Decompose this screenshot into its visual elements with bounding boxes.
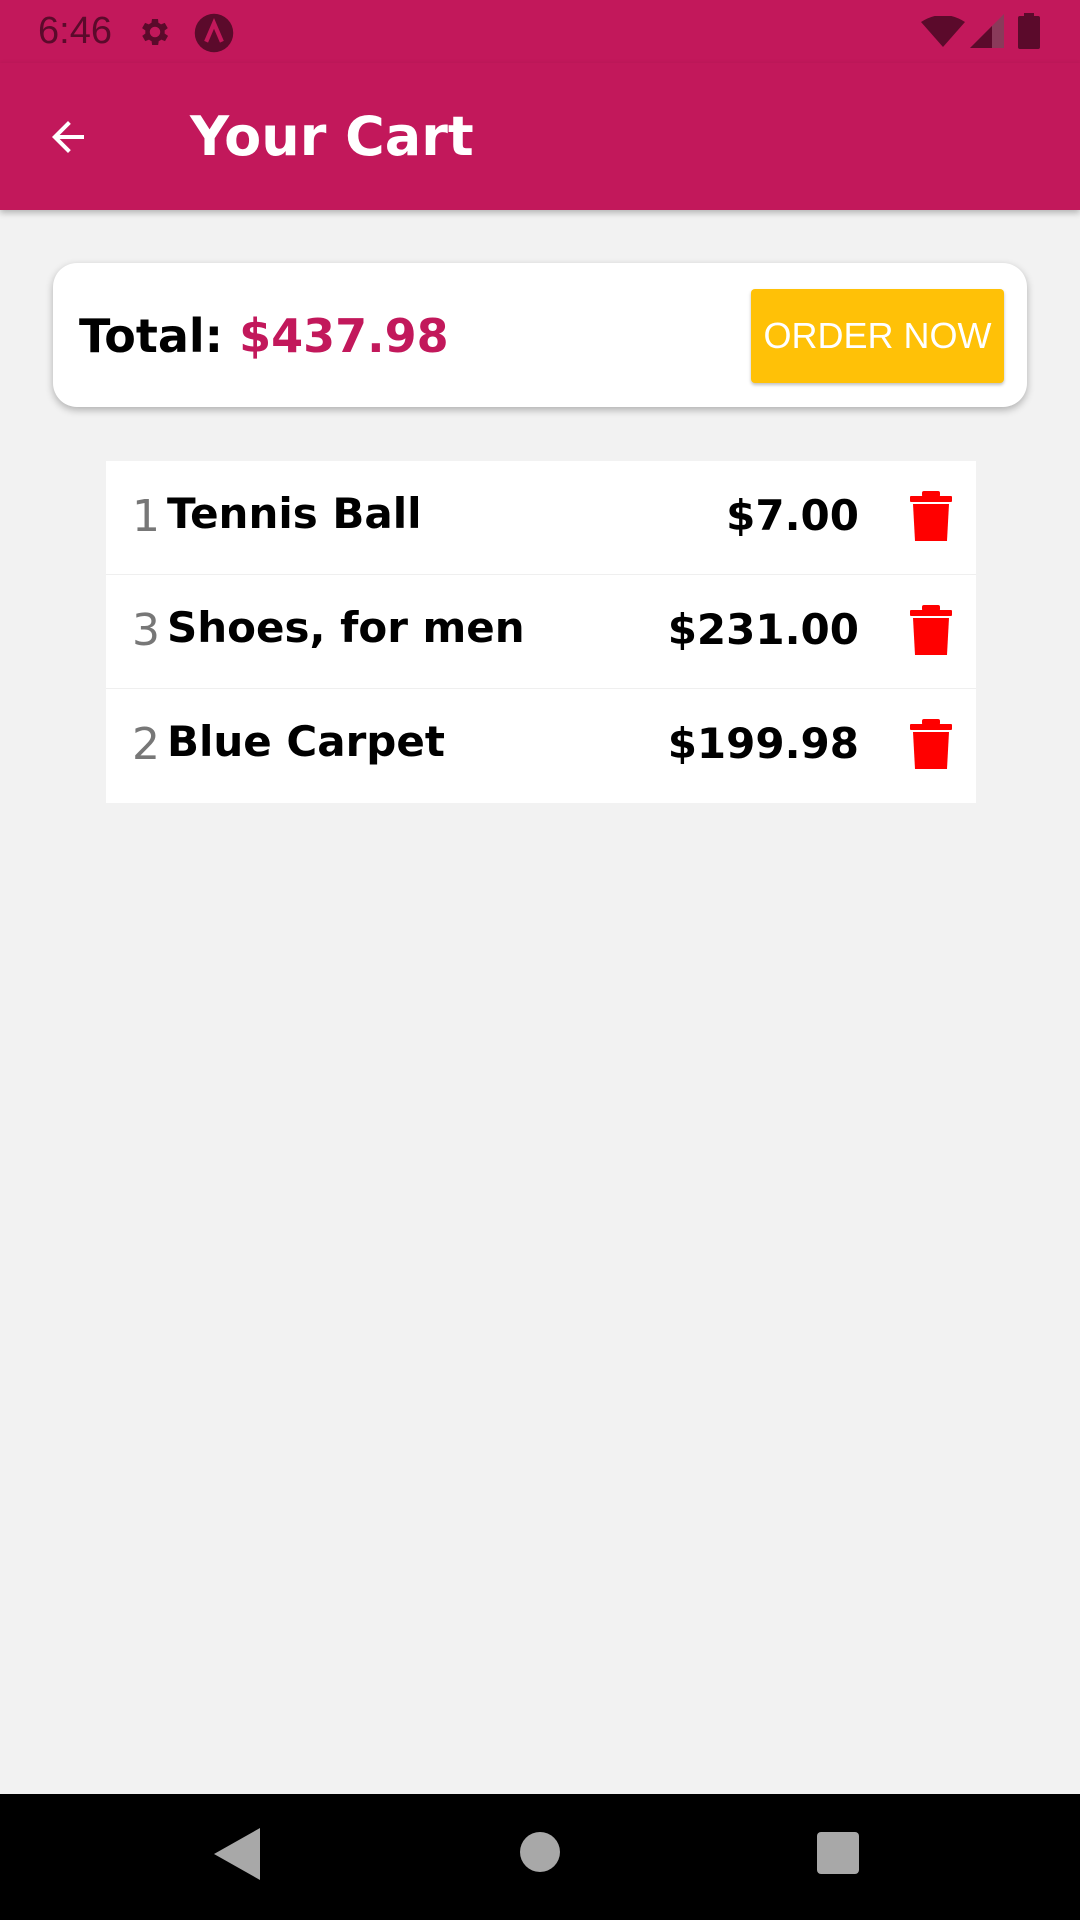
status-bar: 6:46 [0, 0, 1080, 63]
wifi-icon [921, 16, 965, 47]
total-label: Total: [79, 309, 224, 363]
total-amount: $437.98 [239, 309, 449, 363]
item-price: $231.00 [667, 605, 859, 654]
nav-back-icon[interactable] [214, 1828, 260, 1880]
total-row: Total: $437.98 [79, 309, 449, 363]
item-name: Blue Carpet [167, 717, 445, 766]
status-time: 6:46 [38, 10, 112, 52]
item-quantity: 2 [132, 719, 160, 770]
signal-icon [970, 14, 1004, 48]
order-now-button[interactable]: ORDER NOW [751, 289, 1004, 383]
system-nav-bar [0, 1794, 1080, 1920]
item-price: $7.00 [726, 491, 859, 540]
item-price: $199.98 [667, 719, 859, 768]
item-name: Tennis Ball [167, 489, 422, 538]
cart-item: 1 Tennis Ball $7.00 [106, 461, 976, 575]
battery-icon [1018, 13, 1040, 49]
cart-item: 2 Blue Carpet $199.98 [106, 689, 976, 803]
app-bar: Your Cart [0, 63, 1080, 210]
nav-home-icon[interactable] [520, 1832, 560, 1872]
trash-icon[interactable] [910, 491, 952, 541]
arrow-left-icon [52, 121, 84, 153]
nav-recent-icon[interactable] [817, 1832, 859, 1874]
back-button[interactable] [38, 107, 98, 167]
cart-summary-card: Total: $437.98 ORDER NOW [53, 263, 1027, 407]
item-name: Shoes, for men [167, 603, 525, 652]
trash-icon[interactable] [910, 719, 952, 769]
item-quantity: 3 [132, 605, 160, 656]
cart-item: 3 Shoes, for men $231.00 [106, 575, 976, 689]
trash-icon[interactable] [910, 605, 952, 655]
item-quantity: 1 [132, 491, 160, 542]
gear-icon [142, 18, 169, 46]
app-a-icon [194, 13, 234, 53]
page-title: Your Cart [190, 105, 474, 168]
cart-list: 1 Tennis Ball $7.00 3 Shoes, for men $23… [106, 461, 976, 803]
